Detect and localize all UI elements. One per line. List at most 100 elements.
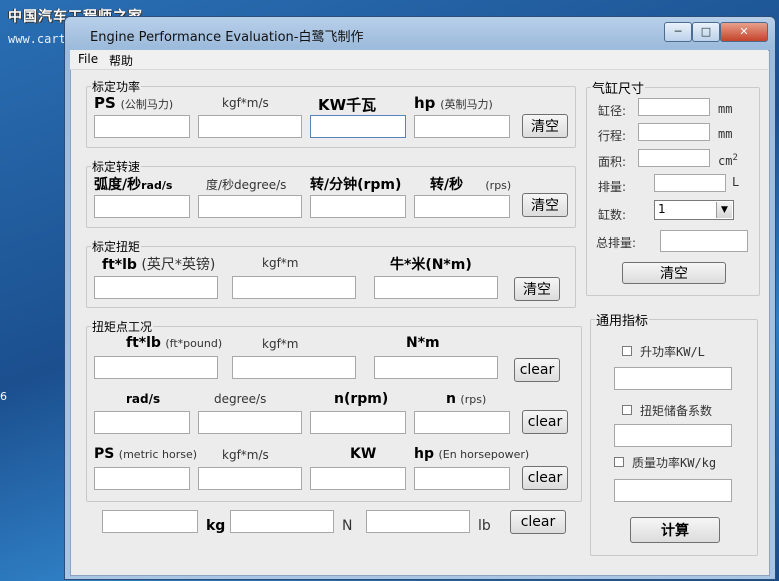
stroke-unit: mm: [718, 127, 733, 141]
bore-input[interactable]: [638, 98, 710, 116]
menu-bar: [70, 50, 768, 70]
point-nm-input[interactable]: [374, 356, 498, 379]
point-deg-input[interactable]: [198, 411, 302, 434]
kw-label: KW千瓦: [318, 96, 377, 114]
rpm-label: 转/分钟(rpm): [310, 177, 402, 193]
liter-power-output[interactable]: [614, 367, 732, 390]
rated-speed-legend: 标定转速: [92, 160, 141, 174]
point-rps-input[interactable]: [414, 411, 510, 434]
maximize-button[interactable]: □: [692, 22, 720, 42]
point-power-clear-button[interactable]: clear: [522, 466, 568, 490]
point-rpm-input[interactable]: [310, 411, 406, 434]
cylinder-count-value: 1: [658, 202, 666, 216]
power-clear-button[interactable]: 清空: [522, 114, 568, 138]
point-hp-label: hp (En horsepower): [414, 446, 530, 462]
point-rpm-label: n(rpm): [334, 391, 389, 407]
speed-clear-button[interactable]: 清空: [522, 193, 568, 217]
point-kgfm-input[interactable]: [232, 356, 356, 379]
cylinder-count-label: 缸数:: [598, 208, 627, 222]
point-speed-clear-button[interactable]: clear: [522, 410, 568, 434]
total-displacement-input[interactable]: [660, 230, 748, 252]
rated-torque-legend: 标定扭矩: [92, 240, 141, 254]
mass-power-checkbox[interactable]: [614, 457, 624, 467]
mass-kg-label: kg: [206, 518, 226, 534]
power-kgf-input[interactable]: [198, 115, 302, 138]
area-label: 面积:: [598, 155, 627, 169]
torque-clear-button[interactable]: 清空: [514, 277, 560, 301]
mass-n-label: N: [342, 518, 353, 534]
rps-label: 转/秒 (rps): [430, 177, 512, 193]
kgfm-label: kgf*m: [262, 256, 299, 270]
displacement-input[interactable]: [654, 174, 726, 192]
power-hp-input[interactable]: [414, 115, 510, 138]
displacement-label: 排量:: [598, 180, 627, 194]
torque-reserve-output[interactable]: [614, 424, 732, 447]
mass-n-input[interactable]: [230, 510, 334, 533]
torque-reserve-label: 扭矩储备系数: [640, 404, 713, 418]
deg-label: 度/秒degree/s: [206, 178, 287, 192]
mass-power-label: 质量功率KW/kg: [632, 456, 717, 470]
cylinder-legend: 气缸尺寸: [592, 82, 645, 97]
torque-kgfm-input[interactable]: [232, 276, 356, 299]
point-rad-label: rad/s: [126, 392, 161, 406]
mass-kg-input[interactable]: [102, 510, 198, 533]
point-hp-input[interactable]: [414, 467, 510, 490]
point-deg-label: degree/s: [214, 392, 267, 406]
point-ps-label: PS (metric horse): [94, 446, 198, 462]
speed-deg-input[interactable]: [198, 195, 302, 218]
torque-reserve-checkbox[interactable]: [622, 405, 632, 415]
speed-rad-input[interactable]: [94, 195, 190, 218]
point-kw-label: KW: [350, 446, 377, 462]
point-rad-input[interactable]: [94, 411, 190, 434]
torque-ftlb-input[interactable]: [94, 276, 218, 299]
mass-lb-input[interactable]: [366, 510, 470, 533]
point-ps-input[interactable]: [94, 467, 190, 490]
point-kgfm-label: kgf*m: [262, 337, 299, 351]
area-unit: cm2: [718, 153, 738, 168]
ps-label: PS (公制马力): [94, 94, 174, 112]
stroke-label: 行程:: [598, 129, 627, 143]
point-nm-label: N*m: [406, 335, 440, 351]
speed-rps-input[interactable]: [414, 195, 510, 218]
nm-label: 牛*米(N*m): [390, 257, 472, 273]
point-kgfms-label: kgf*m/s: [222, 448, 269, 462]
point-torque-clear-button[interactable]: clear: [514, 358, 560, 382]
area-input[interactable]: [638, 149, 710, 167]
power-kw-input[interactable]: [310, 115, 406, 138]
cylinder-count-select[interactable]: 1 ▼: [654, 200, 734, 220]
general-indicators-legend: 通用指标: [596, 314, 649, 329]
minimize-button[interactable]: ─: [664, 22, 692, 42]
kgf-m-s-label: kgf*m/s: [222, 96, 269, 110]
stroke-input[interactable]: [638, 123, 710, 141]
speed-rpm-input[interactable]: [310, 195, 406, 218]
menu-help[interactable]: 帮助: [109, 52, 133, 69]
torque-point-legend: 扭矩点工况: [92, 320, 153, 334]
calculate-button[interactable]: 计算: [630, 517, 720, 543]
desktop-label: 6: [0, 390, 7, 403]
point-kw-input[interactable]: [310, 467, 406, 490]
torque-nm-input[interactable]: [374, 276, 498, 299]
bore-unit: mm: [718, 102, 733, 116]
point-ftlb-label: ft*lb (ft*pound): [126, 335, 223, 351]
window-title: Engine Performance Evaluation-白鹭飞制作: [90, 30, 364, 45]
liter-power-label: 升功率KW/L: [640, 345, 705, 359]
mass-clear-button[interactable]: clear: [510, 510, 566, 534]
close-button[interactable]: ✕: [720, 22, 768, 42]
rated-power-legend: 标定功率: [92, 80, 141, 94]
cylinder-clear-button[interactable]: 清空: [622, 262, 726, 284]
mass-power-output[interactable]: [614, 479, 732, 502]
rad-label: 弧度/秒rad/s: [94, 177, 173, 193]
liter-power-checkbox[interactable]: [622, 346, 632, 356]
mass-lb-label: lb: [478, 518, 491, 534]
point-kgfms-input[interactable]: [198, 467, 302, 490]
point-ftlb-input[interactable]: [94, 356, 218, 379]
displacement-unit: L: [732, 175, 740, 189]
total-displacement-label: 总排量:: [596, 236, 637, 250]
ftlb-label: ft*lb (英尺*英镑): [102, 257, 216, 273]
power-ps-input[interactable]: [94, 115, 190, 138]
point-n-label: n (rps): [446, 391, 487, 407]
bore-label: 缸径:: [598, 104, 627, 118]
menu-file[interactable]: File: [78, 52, 98, 66]
hp-label: hp (英制马力): [414, 94, 493, 112]
chevron-down-icon[interactable]: ▼: [716, 202, 732, 218]
